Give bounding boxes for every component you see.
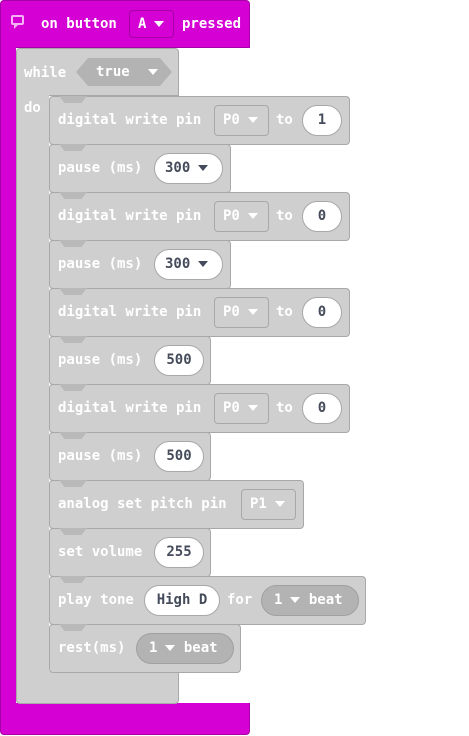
block-label: rest(ms) bbox=[58, 640, 126, 656]
pause-block[interactable]: pause (ms) 300 bbox=[49, 144, 231, 193]
button-dropdown[interactable]: A bbox=[129, 10, 174, 38]
pause-duration-dropdown[interactable]: 300 bbox=[154, 153, 223, 184]
event-suffix-label: pressed bbox=[182, 16, 242, 32]
block-label: play tone bbox=[58, 592, 134, 608]
play-tone-block[interactable]: play tone High D for 1 beat bbox=[49, 576, 366, 625]
chevron-down-icon bbox=[247, 405, 258, 411]
chevron-down-icon bbox=[154, 21, 165, 27]
digital-write-pin-block[interactable]: digital write pin P0 to 0 bbox=[49, 288, 350, 337]
digital-write-pin-block[interactable]: digital write pin P0 to 0 bbox=[49, 384, 350, 433]
analog-set-pitch-pin-block[interactable]: analog set pitch pin P1 bbox=[49, 480, 304, 529]
chevron-down-icon bbox=[148, 69, 158, 75]
to-label: to bbox=[276, 208, 293, 224]
pin-dropdown[interactable]: P0 bbox=[214, 393, 269, 424]
beat-dropdown[interactable]: 1 beat bbox=[261, 585, 359, 616]
chevron-down-icon bbox=[247, 213, 258, 219]
beat-count: 1 bbox=[149, 640, 158, 656]
event-block-body bbox=[0, 47, 16, 704]
to-label: to bbox=[276, 400, 293, 416]
pause-block[interactable]: pause (ms) 500 bbox=[49, 336, 211, 385]
rest-block[interactable]: rest(ms) 1 beat bbox=[49, 624, 241, 673]
to-label: to bbox=[276, 112, 293, 128]
event-prefix-label: on button bbox=[41, 16, 117, 32]
beat-unit: beat bbox=[308, 592, 343, 608]
duration-value: 300 bbox=[165, 160, 191, 176]
block-label: pause (ms) bbox=[58, 352, 143, 368]
chevron-down-icon bbox=[165, 645, 176, 651]
pin-value: P0 bbox=[223, 112, 240, 128]
block-label: set volume bbox=[58, 544, 143, 560]
for-label: for bbox=[227, 592, 253, 608]
block-label: digital write pin bbox=[58, 112, 202, 128]
pause-duration-dropdown[interactable]: 300 bbox=[154, 249, 223, 280]
to-label: to bbox=[276, 304, 293, 320]
value-input[interactable]: 1 bbox=[302, 105, 342, 136]
chevron-down-icon bbox=[274, 501, 285, 507]
condition-true-dropdown[interactable]: true bbox=[76, 58, 172, 86]
set-volume-block[interactable]: set volume 255 bbox=[49, 528, 211, 577]
chevron-down-icon bbox=[247, 117, 258, 123]
block-label: digital write pin bbox=[58, 400, 202, 416]
beat-unit: beat bbox=[183, 640, 218, 656]
digital-write-pin-block[interactable]: digital write pin P0 to 0 bbox=[49, 192, 350, 241]
block-label: analog set pitch pin bbox=[58, 496, 227, 512]
chevron-down-icon bbox=[290, 597, 301, 603]
block-label: pause (ms) bbox=[58, 448, 143, 464]
on-button-pressed-block[interactable]: on button A pressed bbox=[0, 0, 250, 48]
pause-duration-input[interactable]: 500 bbox=[154, 441, 204, 472]
chevron-down-icon bbox=[198, 165, 209, 171]
chevron-down-icon bbox=[198, 261, 209, 267]
pin-dropdown[interactable]: P0 bbox=[214, 201, 269, 232]
pin-dropdown[interactable]: P1 bbox=[241, 489, 296, 520]
comment-icon[interactable] bbox=[11, 15, 24, 29]
pause-block[interactable]: pause (ms) 500 bbox=[49, 432, 211, 481]
pin-value: P0 bbox=[223, 208, 240, 224]
beat-count: 1 bbox=[274, 592, 283, 608]
volume-input[interactable]: 255 bbox=[154, 537, 204, 568]
event-block-footer bbox=[0, 703, 250, 735]
pause-duration-input[interactable]: 500 bbox=[154, 345, 204, 376]
pin-dropdown[interactable]: P0 bbox=[214, 105, 269, 136]
condition-value: true bbox=[96, 64, 130, 80]
while-loop-footer bbox=[16, 671, 179, 704]
value-input[interactable]: 0 bbox=[302, 393, 342, 424]
while-loop-body: do bbox=[16, 95, 49, 672]
pin-dropdown[interactable]: P0 bbox=[214, 297, 269, 328]
block-label: digital write pin bbox=[58, 304, 202, 320]
pin-value: P1 bbox=[250, 496, 267, 512]
note-input[interactable]: High D bbox=[144, 585, 220, 616]
value-input[interactable]: 0 bbox=[302, 201, 342, 232]
digital-write-pin-block[interactable]: digital write pin P0 to 1 bbox=[49, 96, 350, 145]
pin-value: P0 bbox=[223, 400, 240, 416]
value-input[interactable]: 0 bbox=[302, 297, 342, 328]
duration-value: 300 bbox=[165, 256, 191, 272]
button-dropdown-value: A bbox=[138, 16, 147, 32]
block-label: pause (ms) bbox=[58, 256, 143, 272]
beat-dropdown[interactable]: 1 beat bbox=[136, 633, 234, 664]
pin-value: P0 bbox=[223, 304, 240, 320]
chevron-down-icon bbox=[247, 309, 258, 315]
block-label: digital write pin bbox=[58, 208, 202, 224]
while-label: while bbox=[24, 65, 67, 81]
block-label: pause (ms) bbox=[58, 160, 143, 176]
do-label-text: do bbox=[24, 100, 41, 116]
pause-block[interactable]: pause (ms) 300 bbox=[49, 240, 231, 289]
